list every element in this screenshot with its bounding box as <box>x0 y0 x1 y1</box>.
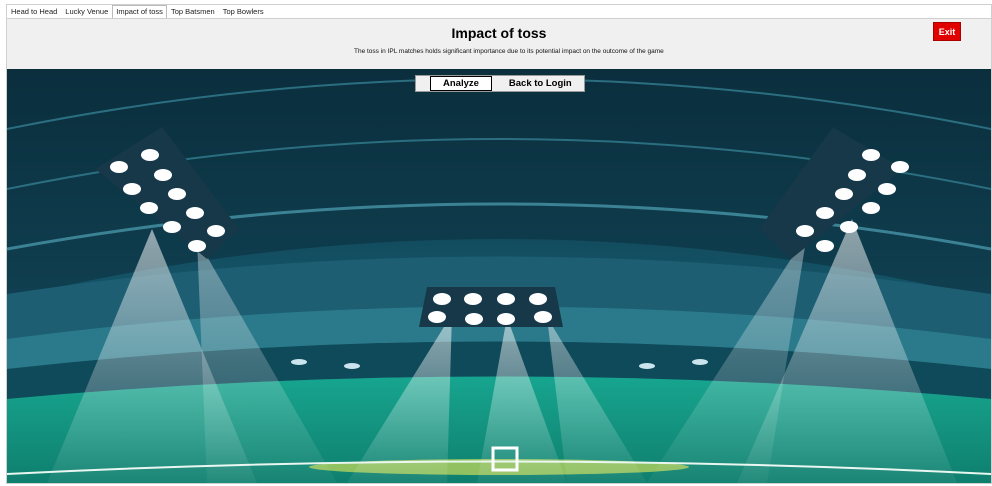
tab-bar: Head to Head Lucky Venue Impact of toss … <box>7 5 268 18</box>
tab-impact-of-toss[interactable]: Impact of toss <box>112 5 167 18</box>
back-to-login-button[interactable]: Back to Login <box>496 76 585 91</box>
tab-head-to-head[interactable]: Head to Head <box>7 5 61 18</box>
tab-top-bowlers[interactable]: Top Bowlers <box>219 5 268 18</box>
action-bar: Analyze Back to Login <box>415 75 585 92</box>
page-description: The toss in IPL matches holds significan… <box>354 48 664 55</box>
tab-top-batsmen[interactable]: Top Batsmen <box>167 5 219 18</box>
page-header: Impact of toss The toss in IPL matches h… <box>7 18 991 70</box>
page-title: Impact of toss <box>451 25 547 41</box>
analyze-button[interactable]: Analyze <box>430 76 492 91</box>
stadium-illustration <box>7 69 991 483</box>
stadium-background: Analyze Back to Login <box>7 69 991 483</box>
exit-button[interactable]: Exit <box>933 22 961 41</box>
tab-lucky-venue[interactable]: Lucky Venue <box>61 5 112 18</box>
app-window: Head to Head Lucky Venue Impact of toss … <box>6 4 992 484</box>
